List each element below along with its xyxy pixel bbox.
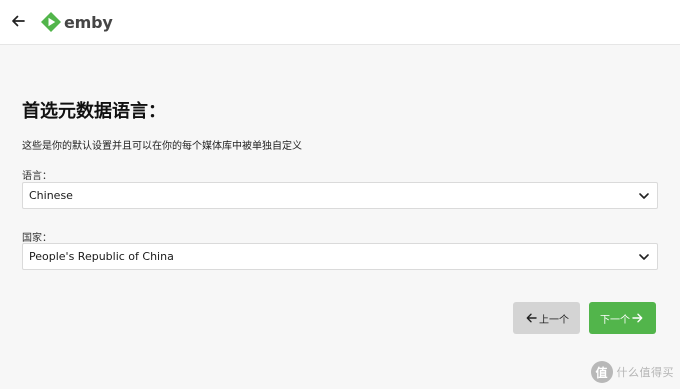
arrow-right-icon xyxy=(632,313,643,323)
language-label: 语言： xyxy=(22,171,52,182)
country-select[interactable]: People's Republic of China xyxy=(22,243,658,270)
watermark-text: 什么值得买 xyxy=(616,366,674,379)
emby-logo: emby xyxy=(40,10,113,34)
watermark-badge: 值 xyxy=(590,361,613,383)
watermark: 值 什么值得买 xyxy=(590,361,675,383)
country-label: 国家： xyxy=(22,233,52,244)
language-select[interactable]: Chinese xyxy=(22,182,658,209)
previous-button[interactable]: 上一个 xyxy=(513,302,580,334)
language-select-value: Chinese xyxy=(29,189,73,202)
chevron-down-icon xyxy=(639,193,649,199)
back-button[interactable] xyxy=(9,12,27,30)
top-bar: emby xyxy=(0,0,680,45)
page-description: 这些是你的默认设置并且可以在你的每个媒体库中被单独自定义 xyxy=(22,141,302,152)
arrow-left-icon xyxy=(526,313,537,323)
emby-play-logo-icon xyxy=(41,12,61,32)
arrow-left-icon xyxy=(12,15,25,27)
next-button-label: 下一个 xyxy=(600,314,630,326)
page-title: 首选元数据语言： xyxy=(22,101,166,122)
next-button[interactable]: 下一个 xyxy=(589,302,656,334)
app-name: emby xyxy=(64,12,113,32)
country-select-value: People's Republic of China xyxy=(29,250,174,263)
chevron-down-icon xyxy=(639,254,649,260)
previous-button-label: 上一个 xyxy=(539,314,569,326)
